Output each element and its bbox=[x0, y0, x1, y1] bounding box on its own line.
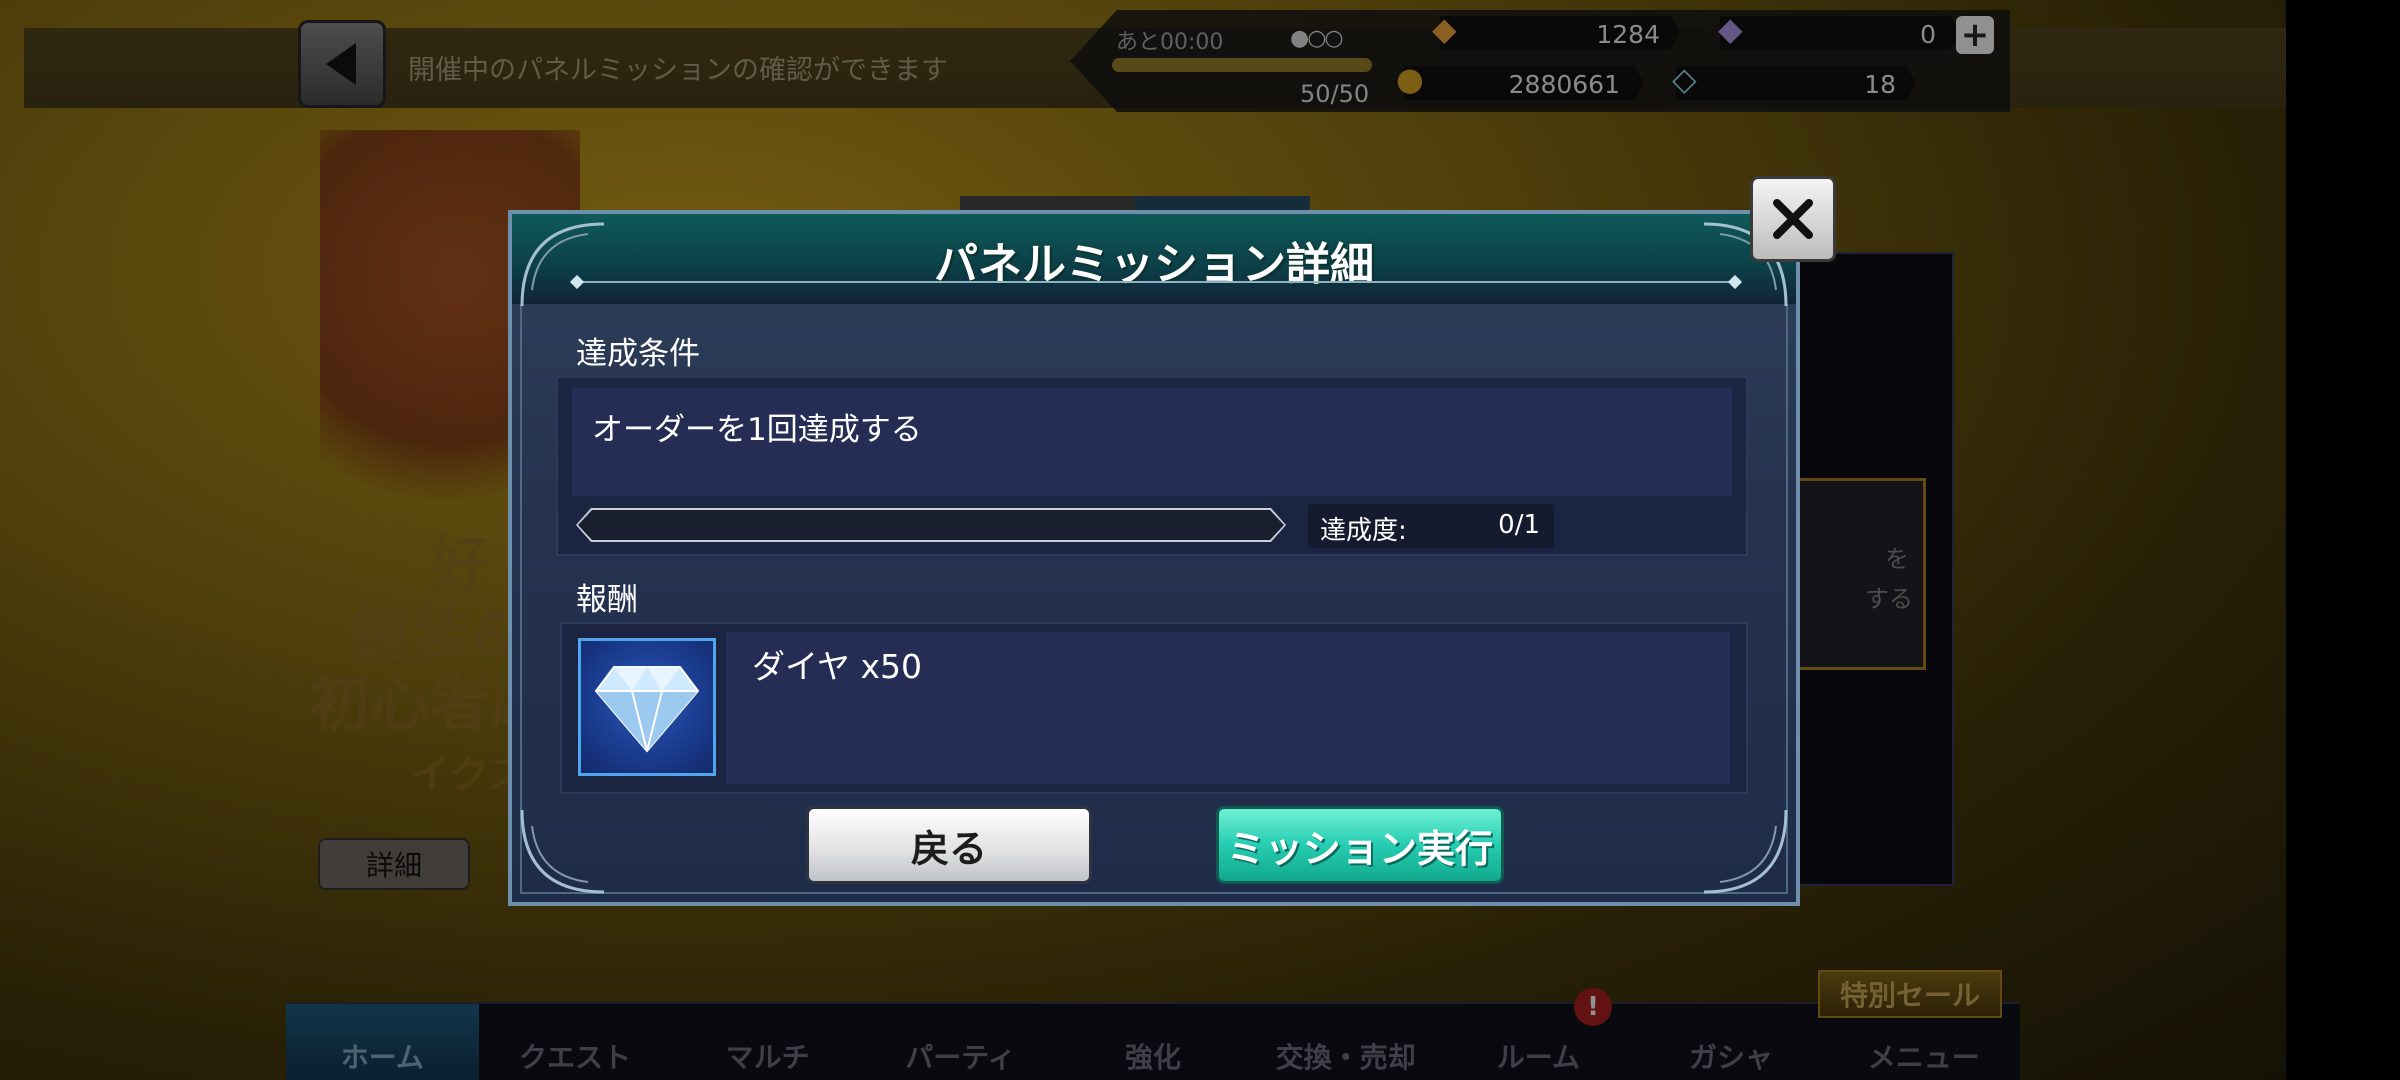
nav-party[interactable]: パーティ bbox=[864, 1004, 1057, 1080]
execute-mission-button[interactable]: ミッション実行 bbox=[1216, 806, 1504, 884]
bottom-nav: ホーム クエスト マルチ パーティ 強化 交換・売却 ルーム ガシャ メニュー bbox=[286, 1002, 2020, 1080]
stamina-orbs-icon: ●○○ bbox=[1290, 26, 1344, 51]
achievement-rate-value: 0/1 bbox=[1498, 510, 1540, 540]
add-currency-button[interactable]: + bbox=[1956, 16, 1994, 54]
panel-mission-dialog: パネルミッション詳細 bbox=[508, 210, 1800, 906]
ornament-icon bbox=[1703, 809, 1788, 894]
nav-multi[interactable]: マルチ bbox=[671, 1004, 864, 1080]
crystal-icon: ◆ bbox=[1432, 10, 1457, 48]
nav-home[interactable]: ホーム bbox=[286, 1004, 479, 1080]
side-card[interactable]: を する bbox=[1792, 478, 1926, 670]
reward-label: 報酬 bbox=[576, 582, 638, 618]
stamina-bar bbox=[1112, 58, 1372, 72]
achievement-rate: 達成度: 0/1 bbox=[1308, 504, 1554, 548]
nav-gacha[interactable]: ガシャ bbox=[1635, 1004, 1828, 1080]
purple-crystal-icon: ◆ bbox=[1718, 10, 1743, 48]
achievement-rate-label: 達成度: bbox=[1320, 516, 1407, 546]
dialog-header: パネルミッション詳細 bbox=[512, 214, 1796, 304]
ornament-icon bbox=[520, 222, 605, 307]
resource-purple-crystal-value: 0 bbox=[1920, 20, 1936, 49]
side-card-line: を bbox=[1885, 545, 1909, 573]
nav-quest[interactable]: クエスト bbox=[479, 1004, 672, 1080]
gald-coin-icon: ● bbox=[1396, 60, 1424, 98]
diamond-icon bbox=[578, 638, 716, 776]
screen-hint: 開催中のパネルミッションの確認ができます bbox=[408, 55, 948, 86]
nav-exchange[interactable]: 交換・売却 bbox=[1249, 1004, 1442, 1080]
condition-box: オーダーを1回達成する 達成度: 0/1 bbox=[556, 376, 1748, 556]
condition-label: 達成条件 bbox=[576, 336, 700, 372]
resource-diamond-value: 18 bbox=[1864, 70, 1896, 99]
close-icon bbox=[1773, 199, 1813, 239]
stamina-timer: あと00:00 bbox=[1116, 30, 1224, 55]
special-sale-tag[interactable]: 特別セール bbox=[1818, 970, 2002, 1018]
close-button[interactable] bbox=[1750, 176, 1836, 262]
ornament-icon bbox=[520, 809, 605, 894]
condition-text-area: オーダーを1回達成する bbox=[572, 388, 1732, 496]
back-button[interactable]: 戻る bbox=[806, 806, 1092, 884]
reward-box: ダイヤ x50 bbox=[560, 622, 1748, 794]
notification-badge: ! bbox=[1574, 988, 1612, 1026]
back-arrow-button[interactable] bbox=[298, 20, 386, 108]
banner-detail-button[interactable]: 詳細 bbox=[318, 838, 470, 890]
diamond-icon: ◇ bbox=[1672, 60, 1697, 98]
arrow-left-icon bbox=[326, 43, 356, 85]
stamina-count: 50/50 bbox=[1300, 80, 1370, 108]
diamond-gem-icon bbox=[594, 666, 700, 753]
resource-crystal-value: 1284 bbox=[1596, 20, 1660, 49]
reward-text: ダイヤ x50 bbox=[752, 647, 923, 686]
condition-text: オーダーを1回達成する bbox=[592, 412, 922, 448]
progress-bar bbox=[578, 510, 1284, 540]
side-card-line: する bbox=[1865, 585, 1913, 613]
nav-enhance[interactable]: 強化 bbox=[1057, 1004, 1250, 1080]
header-divider bbox=[576, 281, 1736, 283]
resource-gald-value: 2880661 bbox=[1508, 70, 1620, 99]
